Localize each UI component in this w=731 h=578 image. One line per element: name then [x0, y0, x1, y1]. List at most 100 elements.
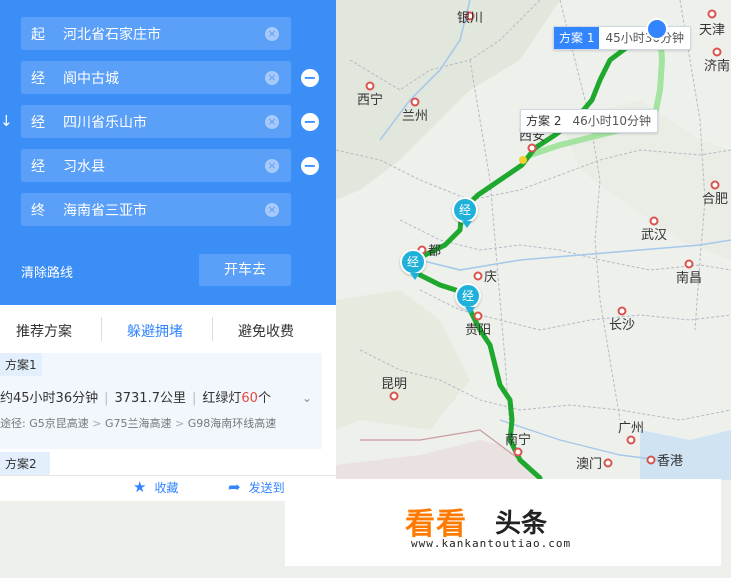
plan1-via: 途径: G5京昆高速 > G75兰海高速 > G98海南环线高速 — [0, 417, 277, 430]
tab-recommended[interactable]: 推荐方案 — [16, 321, 72, 341]
plan1-lights-suffix: 个 — [257, 391, 271, 406]
waypoint-type: 经 — [31, 70, 45, 87]
city-label-tianjin[interactable]: 天津 — [699, 23, 725, 38]
plan1-via-road-2: G75兰海高速 — [104, 417, 172, 430]
city-marker-kunming[interactable] — [389, 391, 399, 401]
clear-icon[interactable]: × — [265, 70, 279, 85]
remove-waypoint-1-button[interactable]: − — [301, 69, 319, 87]
city-marker-hefei[interactable] — [710, 180, 720, 190]
send-to-button[interactable]: ➦ 发送到 — [228, 478, 285, 496]
chevron-down-icon[interactable]: ⌄ — [302, 391, 312, 405]
city-marker-xianggang[interactable] — [646, 455, 656, 465]
city-label-guangzhou[interactable]: 广州 — [618, 421, 644, 436]
route-tag-plan2-time: 46小时10分钟 — [572, 114, 651, 128]
city-label-hefei[interactable]: 合肥 — [702, 192, 728, 207]
start-drive-button[interactable]: 开车去 — [199, 254, 291, 286]
star-icon: ★ — [133, 478, 147, 496]
plan1-lights-prefix: 红绿灯 — [202, 391, 242, 406]
route-tag-plan1[interactable]: 方案 1 45小时36分钟 — [553, 26, 691, 50]
waypoint-type: 起 — [31, 26, 45, 43]
route-tag-plan1-name: 方案 1 — [554, 27, 600, 49]
route-tag-plan1-time: 45小时36分钟 — [605, 31, 684, 45]
tab-avoid-tolls[interactable]: 避免收费 — [238, 321, 294, 341]
city-label-chengdu[interactable]: 都 — [428, 244, 441, 259]
city-label-nanchang[interactable]: 南昌 — [676, 270, 702, 286]
city-marker-wuhan[interactable] — [649, 216, 659, 226]
waypoint-type: 经 — [31, 114, 45, 131]
city-label-kunming[interactable]: 昆明 — [381, 377, 407, 392]
route-input-panel: ↓ 起 河北省石家庄市 × 经 阆中古城 × − 经 四川省乐山市 × − 经 … — [0, 0, 336, 305]
city-label-guiyang[interactable]: 贵阳 — [465, 323, 491, 338]
city-marker-lanzhou[interactable] — [410, 97, 420, 107]
route-tag-plan2-name: 方案 2 — [526, 114, 562, 128]
city-marker-guangzhou[interactable] — [626, 435, 636, 445]
waypoint-pin-1[interactable]: 经 — [452, 197, 478, 228]
city-label-xianggang[interactable]: 香港 — [657, 454, 683, 469]
watermark-url: www.kankantoutiao.com — [411, 537, 572, 550]
send-icon: ➦ — [228, 478, 241, 496]
plan1-duration: 约45小时36分钟 — [0, 391, 99, 406]
waypoint-via-3-field[interactable]: 习水县 — [63, 156, 265, 176]
clear-route-link[interactable]: 清除路线 — [21, 262, 73, 281]
clear-icon[interactable]: × — [265, 26, 279, 41]
plan1-label: 方案1 — [0, 353, 42, 376]
waypoint-type: 终 — [31, 202, 45, 219]
waypoint-via-2-field[interactable]: 四川省乐山市 — [63, 112, 265, 132]
city-marker-chongqing[interactable] — [473, 271, 483, 281]
tab-divider — [101, 317, 102, 341]
plan1-card[interactable]: 方案1 约45小时36分钟 | 3731.7公里 | 红绿灯60个 ⌄ 途径: G5京昆… — [0, 353, 322, 449]
route-direction-marker — [519, 156, 527, 164]
favorite-label: 收藏 — [154, 481, 179, 495]
city-label-xining[interactable]: 西宁 — [357, 92, 383, 108]
remove-waypoint-2-button[interactable]: − — [301, 113, 319, 131]
waypoint-end-field[interactable]: 海南省三亚市 — [63, 200, 265, 220]
city-label-chongqing[interactable]: 庆 — [484, 270, 497, 285]
city-label-aomen[interactable]: 澳门 — [576, 456, 602, 472]
waypoint-pin-2[interactable]: 经 — [400, 249, 426, 280]
city-label-wuhan[interactable]: 武汉 — [641, 228, 667, 243]
waypoint-type: 经 — [31, 158, 45, 175]
city-marker-aomen[interactable] — [603, 458, 613, 468]
send-to-label: 发送到 — [248, 481, 285, 495]
waypoint-row-via-3[interactable]: 经 习水县 × — [21, 149, 291, 182]
waypoint-row-via-1[interactable]: 经 阆中古城 × — [21, 61, 291, 94]
swap-direction-icon[interactable]: ↓ — [0, 112, 13, 130]
waypoint-via-1-field[interactable]: 阆中古城 — [63, 68, 265, 88]
city-marker-changsha[interactable] — [617, 306, 627, 316]
waypoint-start-field[interactable]: 河北省石家庄市 — [63, 24, 265, 44]
watermark: 看看 头条 www.kankantoutiao.com — [285, 479, 721, 566]
waypoint-row-end[interactable]: 终 海南省三亚市 × — [21, 193, 291, 226]
city-marker-nanning[interactable] — [513, 447, 523, 457]
watermark-brand-b: 头条 — [495, 509, 548, 539]
waypoint-row-start[interactable]: 起 河北省石家庄市 × — [21, 17, 291, 50]
city-marker-jinan[interactable] — [712, 47, 722, 57]
waypoint-row-via-2[interactable]: 经 四川省乐山市 × — [21, 105, 291, 138]
route-tag-plan2[interactable]: 方案 2 46小时10分钟 — [520, 109, 658, 133]
plan1-summary: 约45小时36分钟 | 3731.7公里 | 红绿灯60个 — [0, 391, 271, 406]
city-label-nanning[interactable]: 南宁 — [505, 432, 531, 448]
city-label-jinan[interactable]: 济南 — [704, 58, 730, 74]
plan2-card[interactable]: 方案2 — [0, 452, 50, 475]
plan2-label: 方案2 — [0, 452, 42, 475]
city-marker-xining[interactable] — [365, 81, 375, 91]
plan1-lights-count: 60 — [241, 391, 258, 406]
city-marker-guiyang[interactable] — [473, 311, 483, 321]
city-marker-xian[interactable] — [527, 143, 537, 153]
city-marker-tianjin[interactable] — [707, 9, 717, 19]
city-marker-nanchang[interactable] — [684, 259, 694, 269]
city-label-yinchuan[interactable]: 银川 — [457, 11, 483, 26]
city-label-lanzhou[interactable]: 兰州 — [402, 109, 428, 124]
route-result-panel: 推荐方案 躲避拥堵 避免收费 方案1 约45小时36分钟 | 3731.7公里 | 红绿… — [0, 305, 336, 475]
plan1-via-prefix: 途径: — [0, 417, 26, 430]
favorite-button[interactable]: ★ 收藏 — [133, 478, 178, 496]
clear-icon[interactable]: × — [265, 158, 279, 173]
waypoint-pin-3[interactable]: 经 — [455, 283, 481, 314]
remove-waypoint-3-button[interactable]: − — [301, 157, 319, 175]
start-marker-icon[interactable] — [646, 18, 668, 40]
plan1-distance: 3731.7公里 — [114, 391, 186, 406]
city-label-changsha[interactable]: 长沙 — [609, 318, 635, 333]
tab-avoid-congestion[interactable]: 躲避拥堵 — [127, 321, 183, 341]
plan1-via-road-3: G98海南环线高速 — [187, 417, 277, 430]
clear-icon[interactable]: × — [265, 202, 279, 217]
clear-icon[interactable]: × — [265, 114, 279, 129]
